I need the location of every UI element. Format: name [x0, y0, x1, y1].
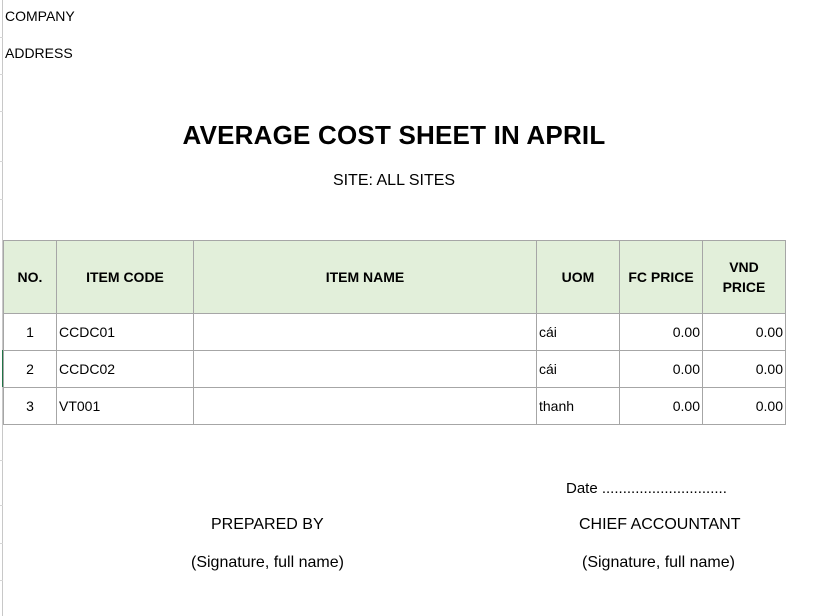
report-title[interactable]: AVERAGE COST SHEET IN APRIL [0, 120, 788, 151]
cell-fc-price[interactable]: 0.00 [619, 387, 703, 425]
cell-item-code[interactable]: CCDC01 [56, 313, 194, 351]
column-header-vnd-price[interactable]: VND PRICE [702, 240, 786, 314]
cell-item-code[interactable]: CCDC02 [56, 350, 194, 388]
cell-uom[interactable]: cái [536, 350, 620, 388]
row-divider-tick [0, 37, 3, 38]
cell-item-name[interactable] [193, 387, 537, 425]
column-header-fc-price[interactable]: FC PRICE [619, 240, 703, 314]
site-line[interactable]: SITE: ALL SITES [0, 172, 788, 190]
cell-fc-price[interactable]: 0.00 [619, 350, 703, 388]
table-row: 2 CCDC02 cái 0.00 0.00 [3, 350, 786, 388]
cell-item-code[interactable]: VT001 [56, 387, 194, 425]
row-divider-tick [0, 199, 3, 200]
prepared-by-label[interactable]: PREPARED BY [211, 516, 324, 534]
column-header-no[interactable]: NO. [3, 240, 57, 314]
row-divider-tick [0, 161, 3, 162]
cell-vnd-price[interactable]: 0.00 [702, 350, 786, 388]
row-divider-tick [0, 460, 3, 461]
address-label[interactable]: ADDRESS [5, 45, 73, 61]
chief-accountant-label[interactable]: CHIEF ACCOUNTANT [579, 516, 740, 534]
company-label[interactable]: COMPANY [5, 8, 75, 24]
row-divider-tick [0, 543, 3, 544]
cell-vnd-price[interactable]: 0.00 [702, 387, 786, 425]
cell-fc-price[interactable]: 0.00 [619, 313, 703, 351]
row-divider-tick [0, 505, 3, 506]
row-divider-tick [0, 74, 3, 75]
cell-item-name[interactable] [193, 350, 537, 388]
column-header-item-name[interactable]: ITEM NAME [193, 240, 537, 314]
cost-table: NO. ITEM CODE ITEM NAME UOM FC PRICE VND… [3, 240, 786, 425]
table-row: 3 VT001 thanh 0.00 0.00 [3, 387, 786, 425]
row-divider-tick [0, 580, 3, 581]
cell-item-name[interactable] [193, 313, 537, 351]
column-header-item-code[interactable]: ITEM CODE [56, 240, 194, 314]
table-header-row: NO. ITEM CODE ITEM NAME UOM FC PRICE VND… [3, 240, 786, 314]
date-line[interactable]: Date .............................. [566, 480, 727, 497]
cell-uom[interactable]: thanh [536, 387, 620, 425]
table-row: 1 CCDC01 cái 0.00 0.00 [3, 313, 786, 351]
cell-no[interactable]: 2 [3, 350, 57, 388]
row-divider-tick [0, 111, 3, 112]
column-header-uom[interactable]: UOM [536, 240, 620, 314]
cell-no[interactable]: 3 [3, 387, 57, 425]
cell-uom[interactable]: cái [536, 313, 620, 351]
signature-note-left[interactable]: (Signature, full name) [191, 554, 344, 572]
cell-vnd-price[interactable]: 0.00 [702, 313, 786, 351]
cell-no[interactable]: 1 [3, 313, 57, 351]
signature-note-right[interactable]: (Signature, full name) [582, 554, 735, 572]
